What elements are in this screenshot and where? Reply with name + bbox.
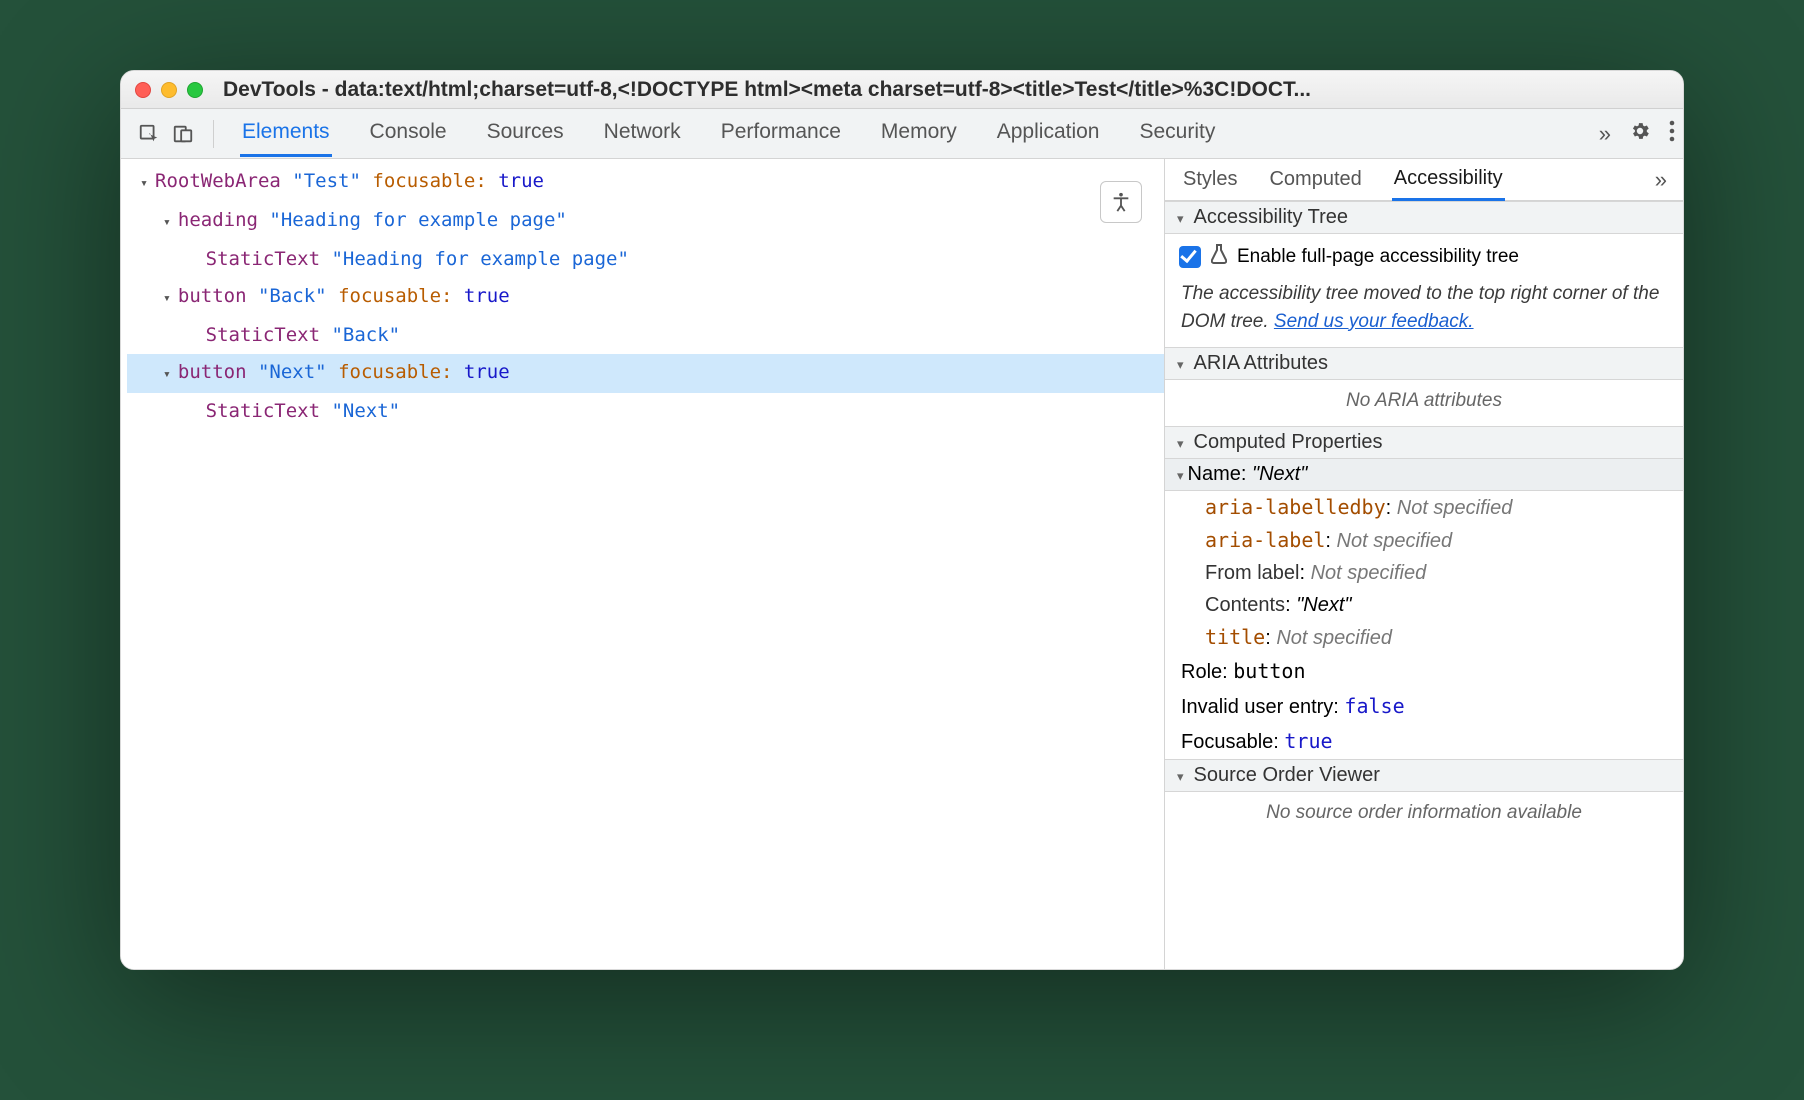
sidebar-more-tabs-icon[interactable]: [1655, 167, 1667, 193]
name-source-row: title: Not specified: [1165, 621, 1683, 654]
enable-full-page-tree-row: Enable full-page accessibility tree: [1165, 234, 1683, 280]
enable-full-page-tree-label: Enable full-page accessibility tree: [1237, 246, 1519, 268]
experiment-icon: [1211, 244, 1227, 270]
tab-sources[interactable]: Sources: [485, 110, 566, 157]
section-accessibility-tree[interactable]: Accessibility Tree: [1165, 201, 1683, 234]
main-toolbar: Elements Console Sources Network Performance…: [121, 109, 1683, 159]
ax-tree-row[interactable]: StaticText "Back": [127, 317, 1164, 354]
devtools-window: DevTools - data:text/html;charset=utf-8,…: [120, 70, 1684, 970]
name-source-row: From label: Not specified: [1165, 557, 1683, 589]
minimize-window-button[interactable]: [161, 82, 177, 98]
focusable-row: Focusable: true: [1165, 724, 1683, 759]
titlebar: DevTools - data:text/html;charset=utf-8,…: [121, 71, 1683, 109]
more-tabs-icon[interactable]: [1599, 121, 1611, 147]
ax-tree-row[interactable]: StaticText "Next": [127, 393, 1164, 430]
device-toolbar-icon[interactable]: [169, 120, 197, 148]
ax-tree-row[interactable]: button "Next" focusable: true: [127, 354, 1164, 393]
feedback-link[interactable]: Send us your feedback.: [1274, 311, 1474, 332]
name-sources-list: aria-labelledby: Not specifiedaria-label…: [1165, 491, 1683, 654]
tab-security[interactable]: Security: [1137, 110, 1217, 157]
sidebar-tab-computed[interactable]: Computed: [1267, 160, 1363, 199]
close-window-button[interactable]: [135, 82, 151, 98]
computed-name-row[interactable]: Name: "Next": [1165, 459, 1683, 491]
focusable-value: true: [1284, 729, 1332, 753]
window-title: DevTools - data:text/html;charset=utf-8,…: [223, 78, 1669, 102]
role-value: button: [1233, 659, 1305, 683]
section-aria-attributes[interactable]: ARIA Attributes: [1165, 347, 1683, 380]
ax-tree-row[interactable]: button "Back" focusable: true: [127, 278, 1164, 317]
settings-icon[interactable]: [1629, 120, 1651, 148]
enable-full-page-tree-checkbox[interactable]: [1179, 246, 1201, 268]
section-source-order[interactable]: Source Order Viewer: [1165, 759, 1683, 792]
name-source-row: aria-labelledby: Not specified: [1165, 491, 1683, 524]
divider: [213, 120, 214, 148]
invalid-value: false: [1344, 694, 1404, 718]
kebab-menu-icon[interactable]: [1669, 120, 1675, 148]
role-row: Role: button: [1165, 654, 1683, 689]
section-computed-properties[interactable]: Computed Properties: [1165, 426, 1683, 459]
source-order-none-text: No source order information available: [1165, 792, 1683, 838]
body: RootWebArea "Test" focusable: true headi…: [121, 159, 1683, 969]
inspect-element-icon[interactable]: [135, 120, 163, 148]
ax-tree-row[interactable]: heading "Heading for example page": [127, 202, 1164, 241]
accessibility-tree[interactable]: RootWebArea "Test" focusable: true headi…: [121, 159, 1164, 430]
tree-moved-info: The accessibility tree moved to the top …: [1165, 280, 1683, 347]
sidebar-tab-accessibility[interactable]: Accessibility: [1392, 159, 1505, 201]
aria-none-text: No ARIA attributes: [1165, 380, 1683, 426]
name-source-row: Contents: "Next": [1165, 589, 1683, 621]
tab-application[interactable]: Application: [995, 110, 1102, 157]
tab-memory[interactable]: Memory: [879, 110, 959, 157]
accessibility-tree-pane: RootWebArea "Test" focusable: true headi…: [121, 159, 1164, 969]
name-source-row: aria-label: Not specified: [1165, 524, 1683, 557]
main-tabs: Elements Console Sources Network Performance…: [240, 110, 1593, 157]
ax-tree-row[interactable]: RootWebArea "Test" focusable: true: [127, 163, 1164, 202]
tab-performance[interactable]: Performance: [719, 110, 843, 157]
accessibility-view-button[interactable]: [1100, 181, 1142, 223]
sidebar-tab-styles[interactable]: Styles: [1181, 160, 1239, 199]
invalid-entry-row: Invalid user entry: false: [1165, 689, 1683, 724]
tab-console[interactable]: Console: [368, 110, 449, 157]
sidebar-tabs: Styles Computed Accessibility: [1165, 159, 1683, 201]
tab-network[interactable]: Network: [602, 110, 683, 157]
ax-tree-row[interactable]: StaticText "Heading for example page": [127, 241, 1164, 278]
window-controls: [135, 82, 203, 98]
maximize-window-button[interactable]: [187, 82, 203, 98]
tab-elements[interactable]: Elements: [240, 110, 332, 157]
sidebar-pane: Styles Computed Accessibility Accessibilit…: [1164, 159, 1683, 969]
